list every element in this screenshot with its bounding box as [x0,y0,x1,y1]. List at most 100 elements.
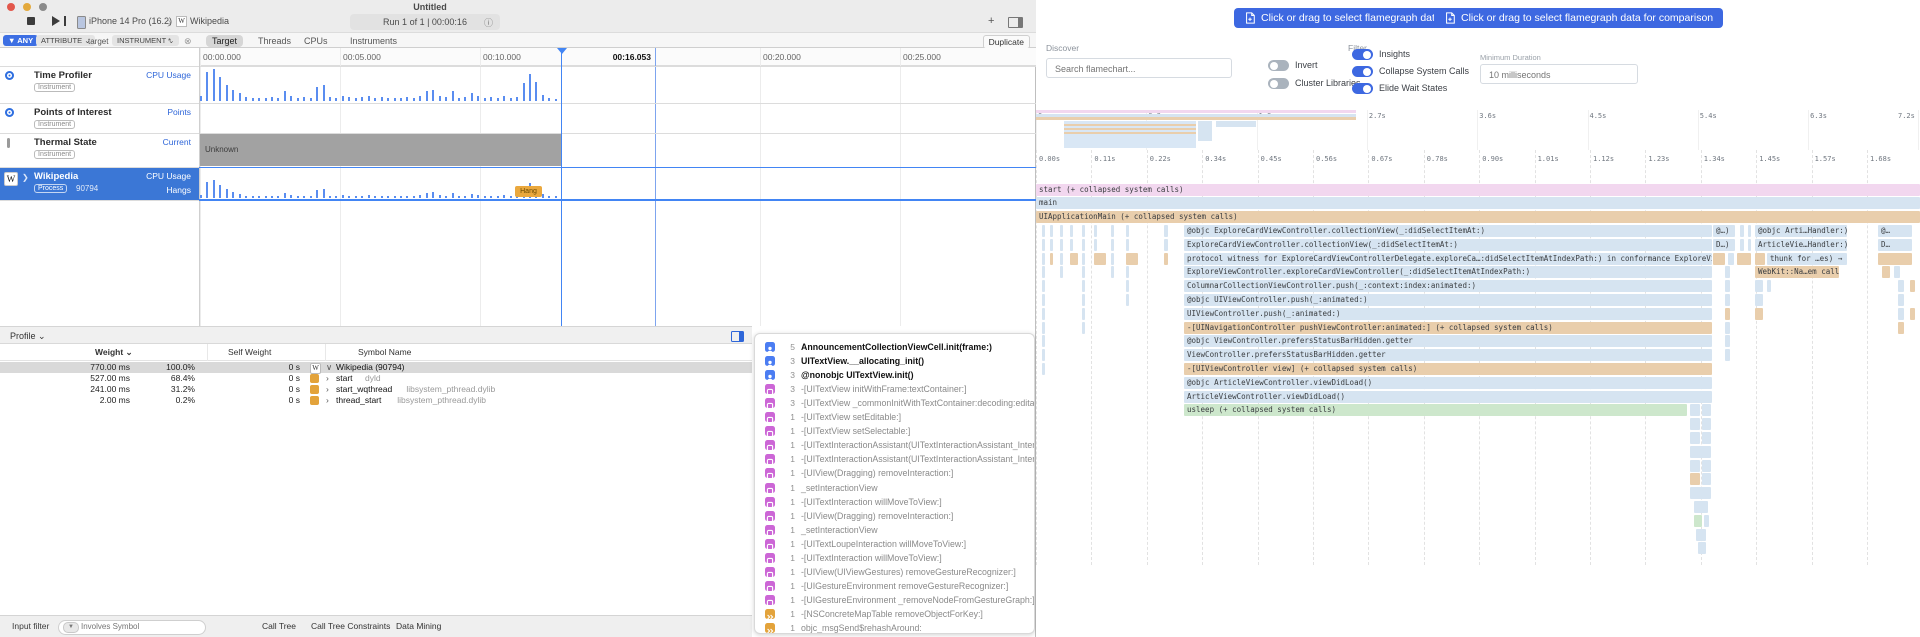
sidebar-item-time-profiler[interactable]: Time ProfilerInstrumentCPU Usage [0,67,199,103]
flame-frame-labeled[interactable]: -[UINavigationController pushViewControl… [1184,322,1712,334]
flame-frame[interactable] [1111,253,1114,265]
sidebar-item-wikipedia[interactable]: W❯WikipediaProcess90794CPU UsageHangs [0,168,199,200]
flame-frame[interactable] [1050,225,1053,237]
stack-list-item[interactable]: 1-[UITextLoupeInteraction willMoveToView… [755,537,1035,551]
flame-frame[interactable] [1060,225,1063,237]
stack-list-item[interactable]: 5AnnouncementCollectionViewCell.init(fra… [755,340,1035,354]
flame-frame[interactable] [1111,266,1114,278]
stack-list-item[interactable]: 1-[UIView(Dragging) removeInteraction:] [755,509,1035,523]
flame-frame[interactable] [1702,432,1711,444]
stack-list-item[interactable]: 1_setInteractionView [755,481,1035,495]
calltree-row[interactable]: 241.00 ms31.2%0 s›start_wqthreadlibsyste… [0,384,752,395]
stack-list-item[interactable]: 1-[UITextInteraction willMoveToView:] [755,495,1035,509]
stack-list-item[interactable]: 1-[NSConcreteMapTable removeObjectForKey… [755,607,1035,621]
sidebar-item-thermal-state[interactable]: Thermal StateInstrumentCurrent [0,134,199,167]
flame-frame[interactable] [1702,473,1711,485]
select-flamegraph-data-button[interactable]: Click or drag to select flamegraph data [1234,8,1451,28]
flame-frame[interactable] [1702,404,1711,416]
flame-frame[interactable] [1082,294,1085,306]
input-filter-input[interactable] [79,621,183,632]
flame-frame[interactable] [1704,515,1709,527]
flame-frame[interactable] [1690,404,1700,416]
flame-frame[interactable] [1690,473,1700,485]
flame-frame[interactable] [1042,266,1045,278]
flame-frame[interactable] [1070,239,1073,251]
flame-frame[interactable] [1725,322,1730,334]
disclosure-triangle[interactable]: › [326,373,329,384]
flame-frame-labeled[interactable]: @objc ArticleViewController.viewDidLoad(… [1184,377,1712,389]
flame-frame[interactable] [1050,239,1053,251]
flame-frame[interactable] [1042,239,1045,251]
flame-frame[interactable] [1126,253,1138,265]
flame-frame[interactable] [1042,253,1045,265]
stack-list-item[interactable]: 3@nonobjc UITextView.init() [755,368,1035,382]
flame-frame[interactable] [1164,253,1168,265]
calltree-row[interactable]: 527.00 ms68.4%0 s›startdyld [0,373,752,384]
stack-list-item[interactable]: 1_setInteractionView [755,523,1035,537]
flame-frame[interactable] [1126,239,1129,251]
flame-frame[interactable] [1898,322,1904,334]
flame-frame[interactable] [1042,363,1045,375]
flame-frame[interactable] [1690,446,1711,458]
flame-frame[interactable] [1694,515,1702,527]
flame-frame[interactable] [1698,542,1706,554]
flame-frame[interactable] [1740,225,1744,237]
track-link-current[interactable]: Current [163,137,191,147]
flame-frame-labeled[interactable]: @…) [1713,225,1735,237]
calltree-row[interactable]: 770.00 ms100.0%0 sW∨Wikipedia (90794) [0,362,752,373]
flame-frame-labeled[interactable]: UIApplicationMain (+ collapsed system ca… [1036,211,1920,223]
flame-frame[interactable] [1111,239,1114,251]
inspector-toggle-icon[interactable] [731,331,744,342]
footer-tab-call-tree[interactable]: Call Tree [262,621,296,631]
stack-list-item[interactable]: 1-[UIView(UIViewGestures) removeGestureR… [755,565,1035,579]
flame-frame[interactable] [1042,225,1045,237]
flame-frame[interactable] [1725,266,1730,278]
calltree-row[interactable]: 2.00 ms0.2%0 s›thread_startlibsystem_pth… [0,395,752,406]
track-link-cpu-usage[interactable]: CPU Usage [146,171,191,181]
playhead-line[interactable] [561,48,562,326]
flame-frame[interactable] [1082,280,1085,292]
flame-frame-labeled[interactable]: @objc ViewController.prefersStatusBarHid… [1184,335,1712,347]
flame-frame[interactable] [1042,294,1045,306]
select-flamegraph-comparison-button[interactable]: Click or drag to select flamegraph data … [1434,8,1723,28]
flame-frame[interactable] [1725,308,1730,320]
flame-frame[interactable] [1755,280,1763,292]
stack-list-item[interactable]: 1-[UITextInteractionAssistant(UITextInte… [755,438,1035,452]
flame-frame[interactable] [1898,280,1904,292]
flame-frame[interactable] [1725,349,1730,361]
flame-frame[interactable] [1910,308,1915,320]
disclosure-triangle[interactable]: › [326,395,329,406]
sidebar-item-points-of-interest[interactable]: Points of InterestInstrumentPoints [0,104,199,133]
flame-frame-labeled[interactable]: ViewController.prefersStatusBarHidden.ge… [1184,349,1712,361]
toggle-cluster-libraries[interactable] [1268,78,1289,89]
flame-frame[interactable] [1042,349,1045,361]
flame-frame[interactable] [1748,225,1751,237]
flame-frame[interactable] [1060,253,1063,265]
flame-frame[interactable] [1702,418,1711,430]
stack-list-item[interactable]: 1-[UITextView setSelectable:] [755,424,1035,438]
flame-frame[interactable] [1094,239,1097,251]
flame-frame-labeled[interactable]: protocol witness for ExploreCardViewCont… [1184,253,1712,265]
flame-frame[interactable] [1164,225,1168,237]
flame-frame-labeled[interactable]: main [1036,197,1920,209]
flame-frame[interactable] [1164,239,1168,251]
flame-frame-labeled[interactable]: ExploreCardViewController.collectionView… [1184,239,1712,251]
minimap-selection[interactable] [1064,121,1196,148]
stack-list-item[interactable]: 3-[UITextView _commonInitWithTextContain… [755,396,1035,410]
disclosure-triangle[interactable]: ∨ [326,362,332,373]
flame-frame[interactable] [1042,308,1045,320]
flame-frame[interactable] [1882,266,1890,278]
minimum-duration-field[interactable] [1480,64,1638,84]
flame-frame-labeled[interactable]: ArticleVie…Handler:) [1755,239,1847,251]
flame-frame[interactable] [1898,308,1904,320]
flame-frame[interactable] [1060,239,1063,251]
flamechart-search-input[interactable] [1053,63,1223,75]
flame-frame[interactable] [1042,335,1045,347]
flame-frame-labeled[interactable]: @objc ExploreCardViewController.collecti… [1184,225,1712,237]
flame-frame[interactable] [1042,322,1045,334]
footer-tab-call-tree-constraints[interactable]: Call Tree Constraints [311,621,390,631]
toggle-collapse-system-calls[interactable] [1352,66,1373,77]
flame-frame[interactable] [1082,308,1085,320]
flame-frame[interactable] [1696,529,1706,541]
flame-frame[interactable] [1070,225,1073,237]
